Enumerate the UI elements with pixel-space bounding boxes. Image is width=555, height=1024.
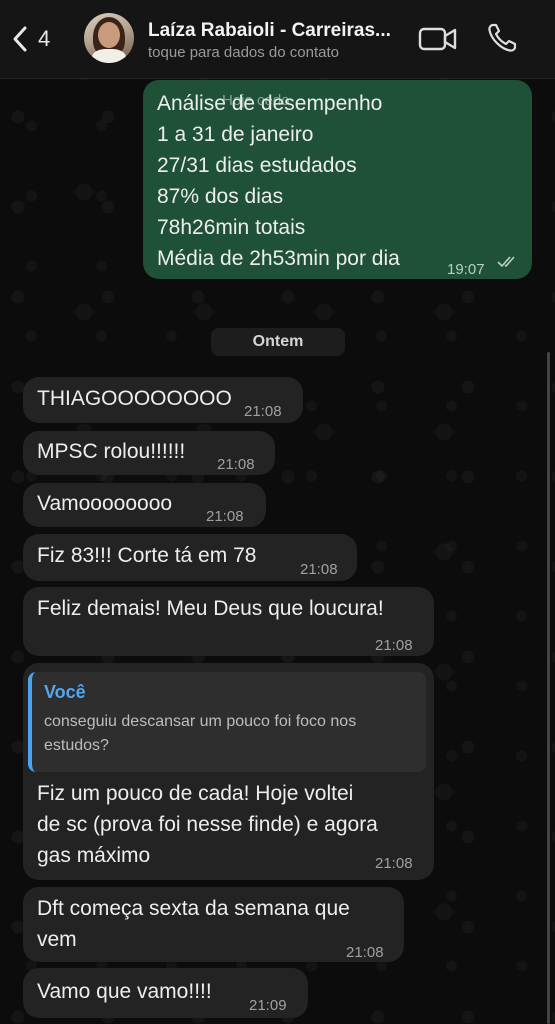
message-time: 21:08	[206, 508, 244, 525]
message-time: 21:08	[346, 944, 384, 961]
message-time: 21:08	[375, 637, 413, 654]
message-line: Fiz um pouco de cada! Hoje voltei	[37, 782, 354, 805]
contact-name[interactable]: Laíza Rabaioli - Carreiras...	[148, 20, 391, 42]
incoming-message[interactable]: Fiz 83!!! Corte tá em 78 21:08	[23, 534, 357, 581]
message-line: vem	[37, 928, 77, 951]
chevron-left-icon	[13, 26, 27, 52]
phone-icon[interactable]	[486, 22, 518, 54]
message-line: 87% dos dias	[157, 185, 284, 208]
message-line: Média de 2h53min por dia	[157, 247, 400, 270]
message-text: Feliz demais! Meu Deus que loucura!	[37, 597, 384, 620]
message-time: 21:08	[300, 561, 338, 578]
video-camera-icon[interactable]	[418, 24, 458, 54]
message-line: de sc (prova foi nesse finde) e agora	[37, 813, 378, 836]
quote-text: conseguiu descansar um pouco foi foco no…	[44, 713, 357, 754]
message-line: 78h26min totais	[157, 216, 306, 239]
message-time: 21:09	[249, 997, 287, 1014]
double-check-icon	[497, 256, 515, 268]
message-time: 21:08	[244, 403, 282, 420]
incoming-message[interactable]: THIAGOOOOOOOO 21:08	[23, 377, 303, 423]
sticky-date-label: Hoje cedo	[222, 92, 290, 109]
message-time: 21:08	[217, 456, 255, 473]
message-text: THIAGOOOOOOOO	[37, 387, 232, 410]
date-separator: Ontem	[211, 328, 345, 356]
incoming-message[interactable]: MPSC rolou!!!!!! 21:08	[23, 431, 275, 475]
back-button[interactable]: 4	[10, 24, 50, 54]
incoming-message[interactable]: Feliz demais! Meu Deus que loucura! 21:0…	[23, 587, 434, 656]
avatar[interactable]	[84, 13, 134, 63]
message-time: 21:08	[375, 855, 413, 872]
contact-subtitle[interactable]: toque para dados do contato	[148, 44, 339, 61]
message-line: 27/31 dias estudados	[157, 154, 357, 177]
message-text: Vamoooooooo	[37, 492, 173, 515]
incoming-message[interactable]: Vamoooooooo 21:08	[23, 483, 266, 527]
message-line: Dft começa sexta da semana que	[37, 897, 350, 920]
message-text: MPSC rolou!!!!!!	[37, 440, 186, 463]
unread-count: 4	[38, 26, 51, 51]
message-text: Vamo que vamo!!!!	[37, 980, 212, 1003]
quote-author: Você	[44, 682, 86, 702]
scrollbar[interactable]	[547, 352, 550, 1024]
message-time: 19:07	[447, 261, 485, 278]
incoming-message[interactable]: Vamo que vamo!!!! 21:09	[23, 968, 308, 1018]
quoted-message[interactable]: Você conseguiu descansar um pouco foi fo…	[28, 672, 426, 772]
message-line: 1 a 31 de janeiro	[157, 123, 314, 146]
message-line: gas máximo	[37, 844, 151, 867]
outgoing-message[interactable]: Análise de desempenho 1 a 31 de janeiro …	[143, 80, 532, 279]
chat-header: 4 Laíza Rabaioli - Carreiras... toque pa…	[0, 0, 555, 79]
message-text: Fiz 83!!! Corte tá em 78	[37, 544, 257, 567]
incoming-message[interactable]: Dft começa sexta da semana que vem 21:08	[23, 887, 404, 962]
